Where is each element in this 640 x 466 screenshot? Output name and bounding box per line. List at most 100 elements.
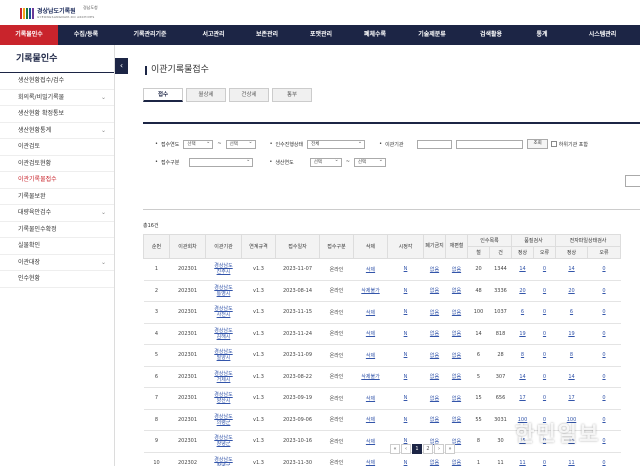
cell-org-link[interactable]: 경상남도 진주시 <box>205 258 242 281</box>
nav-item[interactable]: 기술제분류 <box>401 25 463 45</box>
tab[interactable]: 건상세 <box>229 88 269 102</box>
table-row[interactable]: 1 202301 경상남도 진주시 v1.3 2023-11-07 온라인 삭제 N 없음 없음 20… <box>143 258 621 281</box>
cell-fix-link[interactable]: N <box>387 323 424 345</box>
cell-quality-error-link[interactable]: 0 <box>533 301 556 324</box>
cell-org-link[interactable]: 경상남도 창녕군 <box>205 452 242 466</box>
sidebar-item[interactable]: 이관기록물접수 <box>0 172 114 189</box>
cell-refile-link[interactable]: 없음 <box>445 280 468 302</box>
table-row[interactable]: 7 202301 경상남도 양산시 v1.3 2023-09-19 온라인 삭제 N 없음 없음 15… <box>143 387 621 410</box>
cell-file-error-link[interactable]: 0 <box>587 258 621 281</box>
sidebar-item[interactable]: 회의록/비밀기록물 ⌄ <box>0 90 114 106</box>
horizontal-scroll-handle[interactable] <box>625 175 640 187</box>
cell-file-error-link[interactable]: 0 <box>587 323 621 345</box>
sidebar-item[interactable]: 실물확인 <box>0 238 114 255</box>
cell-refile-link[interactable]: 없음 <box>445 452 468 466</box>
table-row[interactable]: 4 202301 경상남도 김해시 v1.3 2023-11-24 온라인 삭제 N 없음 없음 14… <box>143 323 621 345</box>
tab[interactable]: 통부 <box>272 88 312 102</box>
nav-item[interactable]: 폐체수록 <box>349 25 401 45</box>
tab[interactable]: 접수 <box>143 88 183 102</box>
cell-fix-link[interactable]: N <box>387 409 424 431</box>
nav-item[interactable]: 수집/등록 <box>58 25 114 45</box>
cell-nodisposal-link[interactable]: 없음 <box>423 387 446 410</box>
cell-org-link[interactable]: 경상남도 밀양시 <box>205 344 242 367</box>
prodyear-to-select[interactable]: 선택 <box>353 157 386 167</box>
table-row[interactable]: 10 202302 경상남도 창녕군 v1.3 2023-11-30 온라인 삭제 N 없음 없음 1… <box>143 452 621 466</box>
nav-item[interactable]: 통계 <box>519 25 565 45</box>
cell-delete-link[interactable]: 삭제 <box>353 323 388 345</box>
cell-quality-ok-link[interactable]: 11 <box>511 452 534 466</box>
cell-fix-link[interactable]: N <box>387 301 424 324</box>
cell-file-ok-link[interactable]: 11 <box>555 452 588 466</box>
cell-fix-link[interactable]: N <box>387 344 424 367</box>
nav-item[interactable]: 기록물인수 <box>0 25 58 45</box>
cell-refile-link[interactable]: 없음 <box>445 409 468 431</box>
nav-item[interactable]: 검색활용 <box>463 25 519 45</box>
nav-item[interactable]: 시스템관리 <box>565 25 640 45</box>
table-row[interactable]: 5 202301 경상남도 밀양시 v1.3 2023-11-09 온라인 삭제 N 없음 없음 6 2… <box>143 344 621 367</box>
sidebar-item[interactable]: 생산현황통계 ⌄ <box>0 123 114 139</box>
nav-item[interactable]: 포맷관리 <box>293 25 349 45</box>
tab[interactable]: 월상세 <box>186 88 226 102</box>
cell-quality-ok-link[interactable]: 14 <box>511 366 534 388</box>
org-code-input[interactable] <box>417 139 453 149</box>
cell-delete-link[interactable]: 삭제 <box>353 301 388 324</box>
cell-fix-link[interactable]: N <box>387 366 424 388</box>
cell-delete-link[interactable]: 삭제 <box>353 258 388 281</box>
cell-quality-ok-link[interactable]: 14 <box>511 258 534 281</box>
prodyear-from-select[interactable]: 선택 <box>309 157 342 167</box>
cell-file-error-link[interactable]: 0 <box>587 344 621 367</box>
cell-fix-link[interactable]: N <box>387 258 424 281</box>
cell-quality-ok-link[interactable]: 17 <box>511 387 534 410</box>
sidebar-item[interactable]: 기록물보완 <box>0 189 114 205</box>
sidebar-item[interactable]: 이관검토 <box>0 139 114 156</box>
table-row[interactable]: 6 202301 경상남도 거제시 v1.3 2023-08-22 온라인 삭제불가 N 없음 없음… <box>143 366 621 388</box>
cell-quality-ok-link[interactable]: 20 <box>511 280 534 302</box>
cell-quality-ok-link[interactable]: 6 <box>511 301 534 324</box>
first-page-button[interactable]: « <box>390 444 400 454</box>
sidebar-item[interactable]: 이관검토현황 <box>0 156 114 172</box>
cell-quality-error-link[interactable]: 0 <box>533 452 556 466</box>
cell-delete-link[interactable]: 삭제불가 <box>353 280 388 302</box>
status-select[interactable]: 전체 <box>307 139 366 149</box>
prev-page-button[interactable]: ‹ <box>401 444 411 454</box>
year-from-select[interactable]: 선택 <box>183 139 214 149</box>
cell-org-link[interactable]: 경상남도 사천시 <box>205 301 242 324</box>
cell-file-ok-link[interactable]: 8 <box>555 344 588 367</box>
include-subgroup-checkbox[interactable] <box>550 141 557 147</box>
cell-quality-ok-link[interactable]: 8 <box>511 344 534 367</box>
last-page-button[interactable]: » <box>445 444 455 454</box>
cell-nodisposal-link[interactable]: 없음 <box>423 409 446 431</box>
table-row[interactable]: 3 202301 경상남도 사천시 v1.3 2023-11-15 온라인 삭제 N 없음 없음 10… <box>143 301 621 324</box>
cell-file-ok-link[interactable]: 20 <box>555 280 588 302</box>
cell-nodisposal-link[interactable]: 없음 <box>423 344 446 367</box>
sidebar-collapse-button[interactable]: ‹ <box>115 58 128 74</box>
cell-file-error-link[interactable]: 0 <box>587 280 621 302</box>
cell-file-ok-link[interactable]: 6 <box>555 301 588 324</box>
cell-nodisposal-link[interactable]: 없음 <box>423 280 446 302</box>
cell-file-error-link[interactable]: 0 <box>587 301 621 324</box>
cell-org-link[interactable]: 경상남도 양산시 <box>205 387 242 410</box>
next-page-button[interactable]: › <box>434 444 444 454</box>
cell-org-link[interactable]: 경상남도 창녕군 <box>205 430 242 453</box>
cell-org-link[interactable]: 경상남도 의령군 <box>205 409 242 431</box>
nav-item[interactable]: 기록관리기준 <box>114 25 186 45</box>
page-button[interactable]: 2 <box>423 444 433 454</box>
page-button[interactable]: 1 <box>412 444 422 454</box>
cell-delete-link[interactable]: 삭제불가 <box>353 366 388 388</box>
cell-refile-link[interactable]: 없음 <box>445 387 468 410</box>
org-name-input[interactable] <box>456 139 524 149</box>
sidebar-item[interactable]: 생산현황 확정통보 <box>0 106 114 123</box>
table-row[interactable]: 2 202301 경상남도 통영시 v1.3 2023-08-14 온라인 삭제불가 N 없음 없음… <box>143 280 621 302</box>
cell-fix-link[interactable]: N <box>387 452 424 466</box>
cell-nodisposal-link[interactable]: 없음 <box>423 366 446 388</box>
cell-fix-link[interactable]: N <box>387 280 424 302</box>
cell-refile-link[interactable]: 없음 <box>445 301 468 324</box>
cell-file-error-link[interactable]: 0 <box>587 387 621 410</box>
cell-org-link[interactable]: 경상남도 김해시 <box>205 323 242 345</box>
cell-quality-error-link[interactable]: 0 <box>533 387 556 410</box>
cell-fix-link[interactable]: N <box>387 387 424 410</box>
cell-delete-link[interactable]: 삭제 <box>353 387 388 410</box>
cell-delete-link[interactable]: 삭제 <box>353 430 388 453</box>
sidebar-item[interactable]: 대량육안검수 ⌄ <box>0 205 114 222</box>
nav-item[interactable]: 보존관리 <box>241 25 293 45</box>
